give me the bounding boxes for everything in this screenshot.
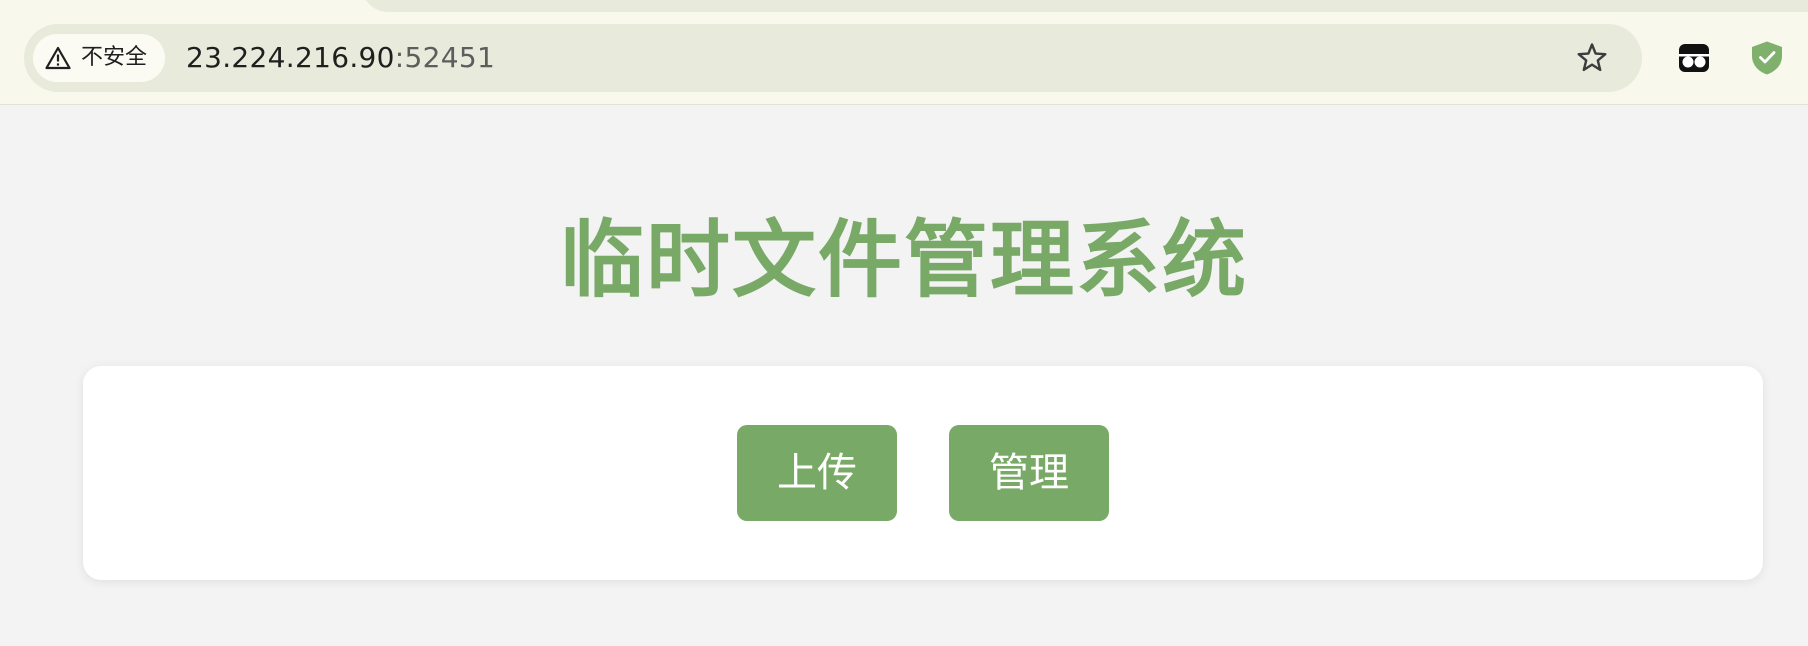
url-host: 23.224.216.90: [186, 41, 395, 74]
warning-triangle-icon: [45, 46, 71, 70]
upload-button[interactable]: 上传: [737, 425, 897, 521]
extension-shield-check-icon[interactable]: [1750, 40, 1784, 76]
browser-toolbar: 不安全 23.224.216.90:52451: [0, 0, 1808, 105]
extension-glasses-icon[interactable]: [1678, 42, 1710, 74]
manage-button[interactable]: 管理: [949, 425, 1109, 521]
star-icon[interactable]: [1575, 41, 1609, 75]
address-bar[interactable]: 不安全 23.224.216.90:52451: [24, 24, 1642, 92]
security-label: 不安全: [81, 45, 148, 70]
url-text[interactable]: 23.224.216.90:52451: [186, 24, 495, 92]
url-port: :52451: [394, 41, 496, 74]
actions-card: 上传 管理: [83, 366, 1763, 580]
page-title: 临时文件管理系统: [559, 211, 1248, 309]
security-indicator[interactable]: 不安全: [33, 34, 166, 82]
tab-strip: [362, 0, 1808, 12]
